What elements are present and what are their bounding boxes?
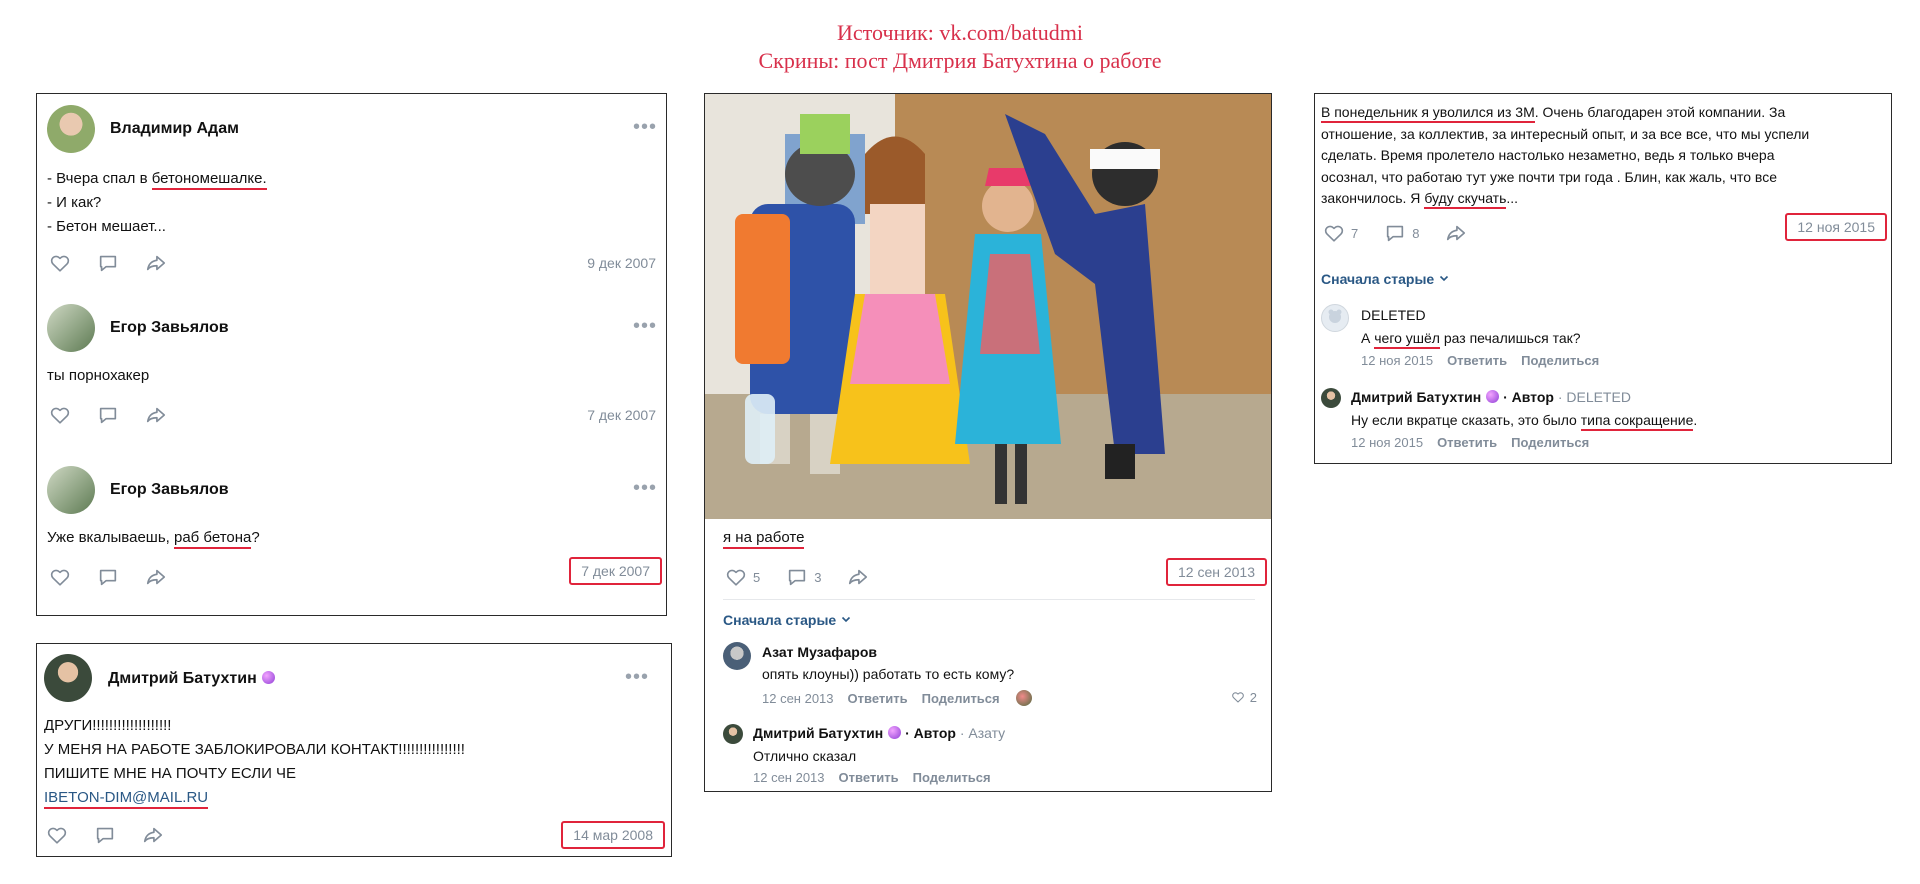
comment-meta: 12 сен 2013 Ответить Поделиться — [753, 770, 991, 785]
comment-likes[interactable]: 2 — [1230, 690, 1257, 705]
avatar[interactable] — [47, 466, 95, 514]
like-icon[interactable] — [47, 566, 73, 588]
liked-avatar — [1015, 690, 1032, 706]
emoji-icon — [261, 671, 275, 684]
post-panel-2008: Дмитрий Батухтин ••• ДРУГИ!!!!!!!!!!!!!!… — [36, 643, 672, 857]
author-name[interactable]: Егор Завьялов — [110, 319, 229, 337]
post-date-highlighted[interactable]: 7 дек 2007 — [569, 557, 662, 585]
photo-post-panel-2013: я на работе 5 3 12 сен 2013 Сначала стар… — [704, 93, 1272, 792]
screens-line: Скрины: пост Дмитрия Батухтина о работе — [758, 48, 1162, 73]
sort-dropdown[interactable]: Сначала старые — [723, 612, 852, 628]
share-icon[interactable] — [845, 566, 871, 588]
more-icon[interactable]: ••• — [633, 478, 657, 498]
avatar[interactable] — [723, 724, 743, 744]
avatar[interactable] — [723, 642, 751, 670]
email-link[interactable]: IBETON-DIM@MAIL.RU — [44, 789, 209, 809]
like-count: 7 — [1351, 225, 1359, 241]
comment-icon[interactable] — [784, 566, 810, 588]
like-icon[interactable] — [44, 824, 70, 846]
comment-count: 8 — [1412, 225, 1420, 241]
comment-text: Ну если вкратце сказать, это было типа с… — [1351, 412, 1697, 431]
comment-meta: 12 сен 2013 Ответить Поделиться — [762, 690, 1032, 706]
share-icon[interactable] — [1443, 222, 1469, 244]
avatar[interactable] — [44, 654, 92, 702]
comment-text: А чего ушёл раз печалишься так? — [1361, 330, 1581, 349]
like-icon[interactable] — [1230, 690, 1246, 704]
author-name[interactable]: Дмитрий Батухтин — [108, 670, 275, 688]
comment-meta: 12 ноя 2015 Ответить Поделиться — [1351, 435, 1590, 450]
comment-author[interactable]: Дмитрий Батухтин · Автор · DELETED — [1351, 389, 1631, 405]
share-button[interactable]: Поделиться — [1521, 353, 1599, 368]
office-photo[interactable] — [705, 94, 1272, 519]
avatar[interactable] — [1321, 388, 1341, 408]
post-caption: я на работе — [723, 526, 805, 550]
share-icon[interactable] — [140, 824, 166, 846]
post-date[interactable]: 7 дек 2007 — [587, 407, 656, 423]
reply-button[interactable]: Ответить — [1447, 353, 1507, 368]
comment-icon[interactable] — [92, 824, 118, 846]
author-name[interactable]: Егор Завьялов — [110, 481, 229, 499]
avatar[interactable] — [47, 304, 95, 352]
source-line: Источник: vk.com/batudmi — [837, 20, 1083, 45]
comment-author[interactable]: Дмитрий Батухтин · Автор · Азату — [753, 725, 1005, 741]
reply-button[interactable]: Ответить — [1437, 435, 1497, 450]
comment-author[interactable]: DELETED — [1361, 307, 1426, 323]
comment-count: 3 — [814, 569, 822, 585]
post-text: - Вчера спал в бетономешалке. - И как? -… — [47, 170, 267, 235]
comment-icon[interactable] — [1382, 222, 1408, 244]
comment-text: Отлично сказал — [753, 748, 857, 764]
share-button[interactable]: Поделиться — [922, 691, 1000, 706]
sort-dropdown[interactable]: Сначала старые — [1321, 271, 1450, 287]
reply-button[interactable]: Ответить — [848, 691, 908, 706]
post-text: В понедельник я уволился из 3М. Очень бл… — [1321, 102, 1809, 210]
comment-text: опять клоуны)) работать то есть кому? — [762, 666, 1015, 682]
emoji-icon — [888, 726, 902, 739]
chevron-down-icon — [840, 613, 852, 625]
source-header: Источник: vk.com/batudmi Скрины: пост Дм… — [0, 19, 1920, 75]
like-icon[interactable] — [47, 252, 73, 274]
deleted-user-avatar[interactable] — [1321, 304, 1349, 332]
post-text: ДРУГИ!!!!!!!!!!!!!!!!!!! У МЕНЯ НА РАБОТ… — [44, 714, 465, 810]
more-icon[interactable]: ••• — [625, 667, 649, 687]
more-icon[interactable]: ••• — [633, 117, 657, 137]
like-icon[interactable] — [723, 566, 749, 588]
post-date-highlighted[interactable]: 14 мар 2008 — [561, 821, 665, 849]
comment-icon[interactable] — [95, 252, 121, 274]
like-count: 5 — [753, 569, 761, 585]
post-text: ты порнохакер — [47, 367, 150, 384]
author-name[interactable]: Владимир Адам — [110, 120, 239, 138]
resignation-post-panel-2015: В понедельник я уволился из 3М. Очень бл… — [1314, 93, 1892, 464]
comment-author[interactable]: Азат Музафаров — [762, 644, 877, 660]
comment-icon[interactable] — [95, 566, 121, 588]
emoji-icon — [1486, 390, 1500, 403]
reply-button[interactable]: Ответить — [839, 770, 899, 785]
post-date[interactable]: 9 дек 2007 — [587, 255, 656, 271]
avatar[interactable] — [47, 105, 95, 153]
comment-icon[interactable] — [95, 404, 121, 426]
comments-panel-2007: Владимир Адам ••• - Вчера спал в бетоном… — [36, 93, 667, 616]
divider — [723, 599, 1255, 600]
more-icon[interactable]: ••• — [633, 316, 657, 336]
post-date-highlighted[interactable]: 12 сен 2013 — [1165, 558, 1267, 586]
like-icon[interactable] — [1321, 222, 1347, 244]
like-icon[interactable] — [47, 404, 73, 426]
share-icon[interactable] — [143, 252, 169, 274]
share-button[interactable]: Поделиться — [1511, 435, 1589, 450]
chevron-down-icon — [1438, 272, 1450, 284]
post-date-highlighted[interactable]: 12 ноя 2015 — [1785, 213, 1887, 241]
comment-meta: 12 ноя 2015 Ответить Поделиться — [1361, 353, 1600, 368]
post-text: Уже вкалываешь, раб бетона? — [47, 526, 260, 550]
share-icon[interactable] — [143, 404, 169, 426]
share-button[interactable]: Поделиться — [913, 770, 991, 785]
share-icon[interactable] — [143, 566, 169, 588]
